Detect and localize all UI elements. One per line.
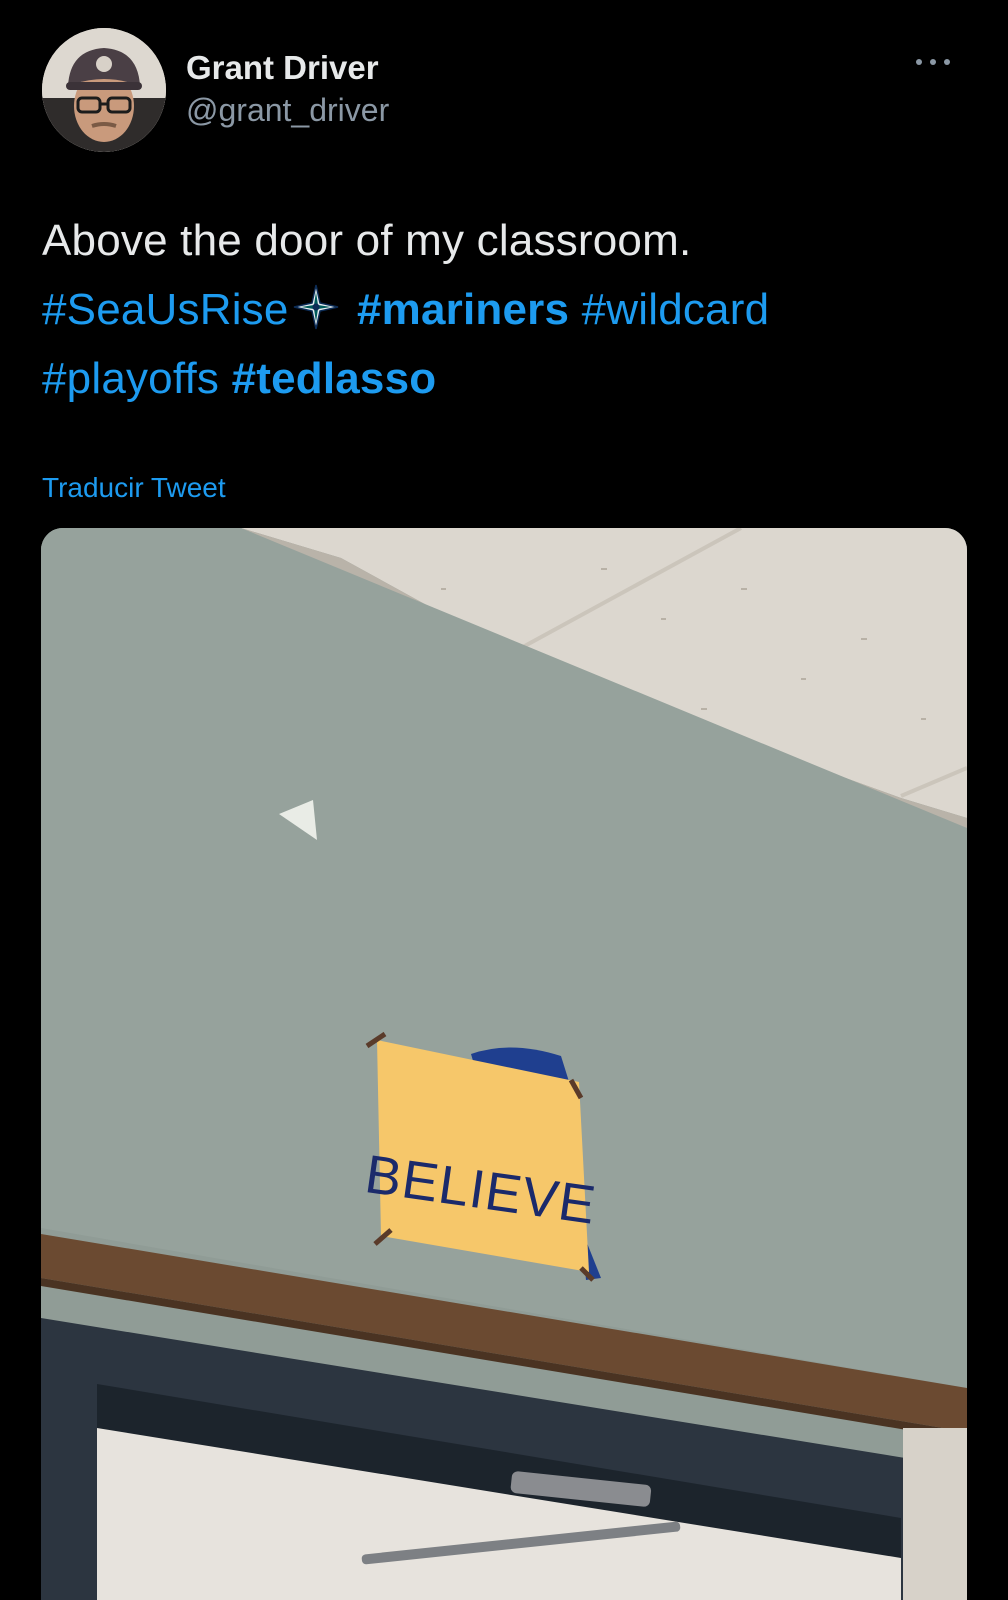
tweet-body: Above the door of my classroom. — [42, 216, 692, 265]
handle[interactable]: @grant_driver — [186, 90, 389, 130]
translate-tweet-link[interactable]: Traducir Tweet — [42, 472, 226, 504]
hashtag-wildcard[interactable]: #wildcard — [582, 285, 770, 334]
tweet-header: Grant Driver @grant_driver — [42, 28, 966, 152]
author-names: Grant Driver @grant_driver — [186, 48, 389, 130]
tweet-photo[interactable]: BELIEVE — [41, 528, 967, 1600]
avatar[interactable] — [42, 28, 166, 152]
hashtag-tedlasso[interactable]: #tedlasso — [232, 354, 437, 403]
tweet-text: Above the door of my classroom. #SeaUsRi… — [42, 206, 966, 413]
hashtag-seausrise[interactable]: #SeaUsRise — [42, 285, 289, 334]
more-icon[interactable] — [916, 50, 956, 74]
hashtag-playoffs[interactable]: #playoffs — [42, 354, 219, 403]
display-name[interactable]: Grant Driver — [186, 48, 389, 88]
hashtag-mariners[interactable]: #mariners — [357, 285, 569, 334]
mariners-compass-emoji-icon — [293, 281, 339, 330]
